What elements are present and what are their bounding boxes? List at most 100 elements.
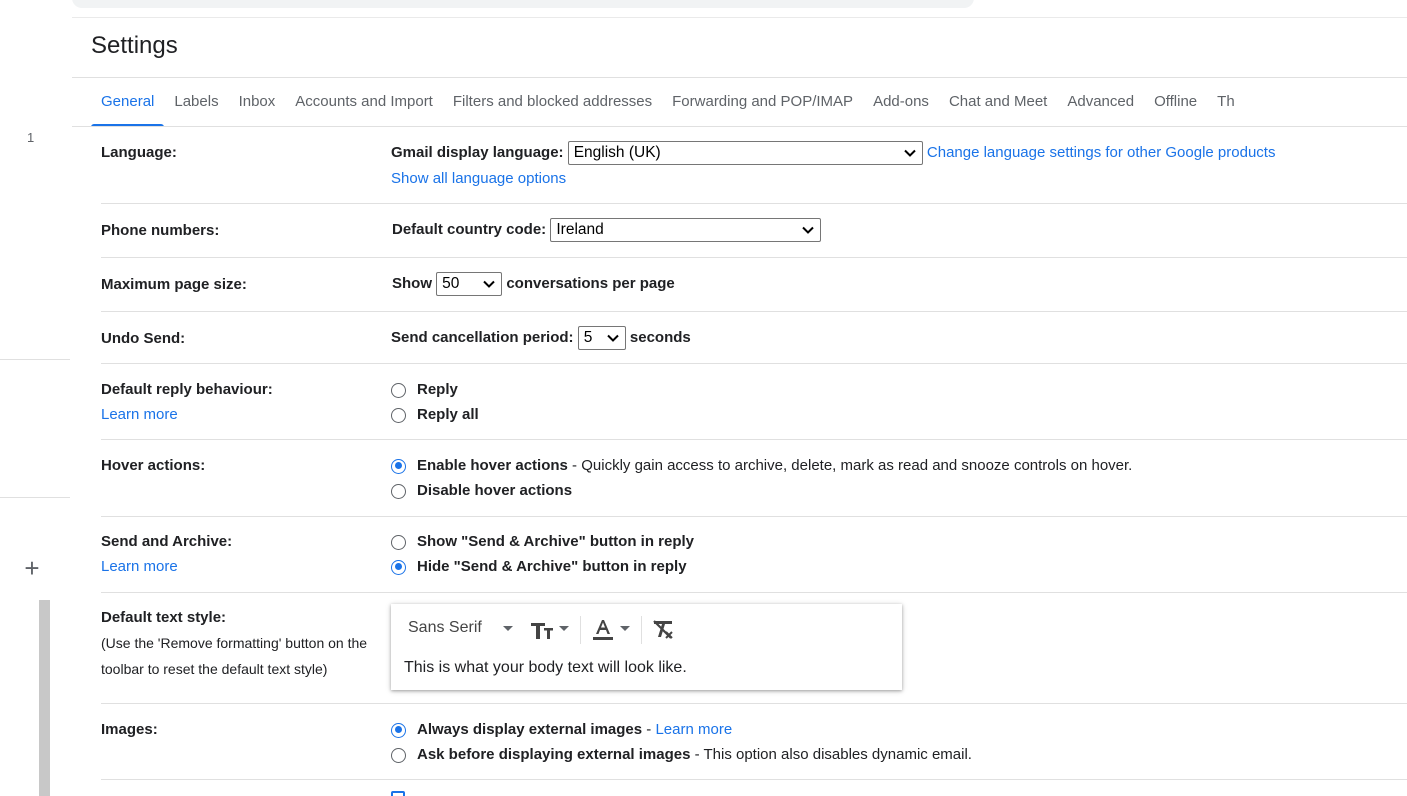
sidebar-divider xyxy=(0,359,70,360)
always-display-images-label: Always display external images xyxy=(417,721,643,738)
page-title: Settings xyxy=(91,32,178,59)
tab-forwarding[interactable]: Forwarding and POP/IMAP xyxy=(662,78,863,127)
tab-inbox[interactable]: Inbox xyxy=(229,78,286,127)
tab-accounts-and-import[interactable]: Accounts and Import xyxy=(285,78,443,127)
search-bar[interactable] xyxy=(72,0,974,8)
always-display-images-radio[interactable] xyxy=(391,722,406,738)
page-size-prefix: Show xyxy=(392,274,432,292)
phone-label: Phone numbers: xyxy=(101,222,220,239)
display-language-select[interactable]: English (UK) xyxy=(567,141,923,165)
reply-learn-more-link[interactable]: Learn more xyxy=(101,406,178,423)
settings-page: 1 + Settings General Labels Inbox Accoun… xyxy=(0,0,1407,796)
always-display-images-option[interactable]: Always display external images - Learn m… xyxy=(391,721,732,738)
change-language-link[interactable]: Change language settings for other Googl… xyxy=(927,144,1276,161)
toolbar-separator xyxy=(641,616,642,644)
enable-hover-radio[interactable] xyxy=(391,458,406,474)
sidebar-divider xyxy=(0,497,70,498)
hover-actions-label: Hover actions: xyxy=(101,457,206,474)
page-size-setting: Show 50 conversations per page xyxy=(392,272,675,296)
text-style-sample: This is what your body text will look li… xyxy=(404,659,687,676)
hide-send-archive-radio[interactable] xyxy=(391,559,406,575)
add-icon[interactable]: + xyxy=(20,555,44,581)
ask-before-images-description: - This option also disables dynamic emai… xyxy=(690,746,972,763)
next-setting-checkbox[interactable] xyxy=(391,791,405,796)
page-size-suffix: conversations per page xyxy=(506,274,675,292)
tab-chat-and-meet[interactable]: Chat and Meet xyxy=(939,78,1057,127)
images-separator: - xyxy=(642,721,656,738)
cancellation-period-label: Send cancellation period: xyxy=(391,328,574,346)
send-archive-learn-more-link[interactable]: Learn more xyxy=(101,558,178,575)
country-code-label: Default country code: xyxy=(392,220,547,238)
tab-offline[interactable]: Offline xyxy=(1144,78,1207,127)
seconds-label: seconds xyxy=(629,328,691,346)
enable-hover-label: Enable hover actions xyxy=(417,457,568,474)
hover-actions-row: Hover actions: Enable hover actions - Qu… xyxy=(101,440,1407,517)
reply-all-radio[interactable] xyxy=(391,407,406,423)
toolbar-separator xyxy=(580,616,581,644)
language-row: Language: Gmail display language: Englis… xyxy=(101,127,1407,204)
text-style-label: Default text style: xyxy=(101,609,227,626)
show-send-archive-label: Show "Send & Archive" button in reply xyxy=(417,533,695,550)
font-family-button[interactable]: Sans Serif xyxy=(408,619,482,637)
images-row: Images: Always display external images -… xyxy=(101,704,1407,780)
chevron-down-icon xyxy=(802,226,815,234)
page-size-select[interactable]: 50 xyxy=(436,272,503,296)
show-send-archive-radio[interactable] xyxy=(391,534,406,550)
text-style-hint: (Use the 'Remove formatting' button on t… xyxy=(101,635,368,677)
page-size-label: Maximum page size: xyxy=(101,276,247,293)
undo-send-row: Undo Send: Send cancellation period: 5 s… xyxy=(101,312,1407,364)
font-size-icon[interactable] xyxy=(529,617,555,643)
country-code-select[interactable]: Ireland xyxy=(550,218,822,242)
reply-all-option[interactable]: Reply all xyxy=(391,406,479,423)
images-learn-more-link[interactable]: Learn more xyxy=(655,721,732,738)
left-sidebar: 1 + xyxy=(0,0,70,796)
ask-before-images-label: Ask before displaying external images xyxy=(417,746,691,763)
ask-before-images-radio[interactable] xyxy=(391,747,406,763)
phone-setting: Default country code: Ireland xyxy=(392,218,822,242)
display-language-value: English (UK) xyxy=(573,144,661,161)
ask-before-images-option[interactable]: Ask before displaying external images - … xyxy=(391,746,972,763)
hide-send-archive-option[interactable]: Hide "Send & Archive" button in reply xyxy=(391,558,687,575)
show-send-archive-option[interactable]: Show "Send & Archive" button in reply xyxy=(391,533,694,550)
disable-hover-option[interactable]: Disable hover actions xyxy=(391,482,572,499)
sidebar-scrollbar[interactable] xyxy=(39,600,50,796)
chevron-down-icon xyxy=(904,149,916,157)
reply-option[interactable]: Reply xyxy=(391,381,458,398)
chevron-down-icon xyxy=(607,334,619,342)
text-color-dropdown-icon[interactable] xyxy=(620,626,630,631)
reply-all-option-label: Reply all xyxy=(417,406,479,423)
disable-hover-radio[interactable] xyxy=(391,483,406,499)
text-style-editor: Sans Serif This is what your body text w… xyxy=(391,604,902,690)
show-all-languages-link[interactable]: Show all language options xyxy=(391,170,566,187)
remove-formatting-icon[interactable] xyxy=(651,617,675,643)
header-divider xyxy=(72,17,1407,18)
cancellation-period-value: 5 xyxy=(583,329,593,346)
tab-advanced[interactable]: Advanced xyxy=(1057,78,1144,127)
tab-add-ons[interactable]: Add-ons xyxy=(863,78,939,127)
language-label: Language: xyxy=(101,144,177,161)
text-style-row: Default text style: (Use the 'Remove for… xyxy=(101,593,1407,704)
text-color-icon[interactable] xyxy=(591,617,615,643)
cancellation-period-select[interactable]: 5 xyxy=(577,326,626,350)
tab-filters[interactable]: Filters and blocked addresses xyxy=(443,78,662,127)
reply-radio[interactable] xyxy=(391,382,406,398)
reply-option-label: Reply xyxy=(417,381,458,398)
disable-hover-label: Disable hover actions xyxy=(417,482,573,499)
tab-labels[interactable]: Labels xyxy=(164,78,228,127)
phone-row: Phone numbers: Default country code: Ire… xyxy=(101,204,1407,258)
enable-hover-option[interactable]: Enable hover actions - Quickly gain acce… xyxy=(391,457,1132,474)
reply-row: Default reply behaviour: Learn more Repl… xyxy=(101,364,1407,440)
font-dropdown-icon[interactable] xyxy=(503,626,513,631)
font-size-dropdown-icon[interactable] xyxy=(559,626,569,631)
reply-label: Default reply behaviour: xyxy=(101,381,273,398)
language-setting: Gmail display language: English (UK) Cha… xyxy=(391,141,1275,165)
tab-general[interactable]: General xyxy=(91,78,165,127)
unread-count: 1 xyxy=(27,130,35,145)
chevron-down-icon xyxy=(483,280,495,288)
page-size-row: Maximum page size: Show 50 conversations… xyxy=(101,258,1407,312)
country-code-value: Ireland xyxy=(556,221,604,238)
images-label: Images: xyxy=(101,721,158,738)
send-archive-row: Send and Archive: Learn more Show "Send … xyxy=(101,517,1407,593)
undo-send-label: Undo Send: xyxy=(101,330,186,347)
tab-themes[interactable]: Th xyxy=(1207,78,1245,127)
